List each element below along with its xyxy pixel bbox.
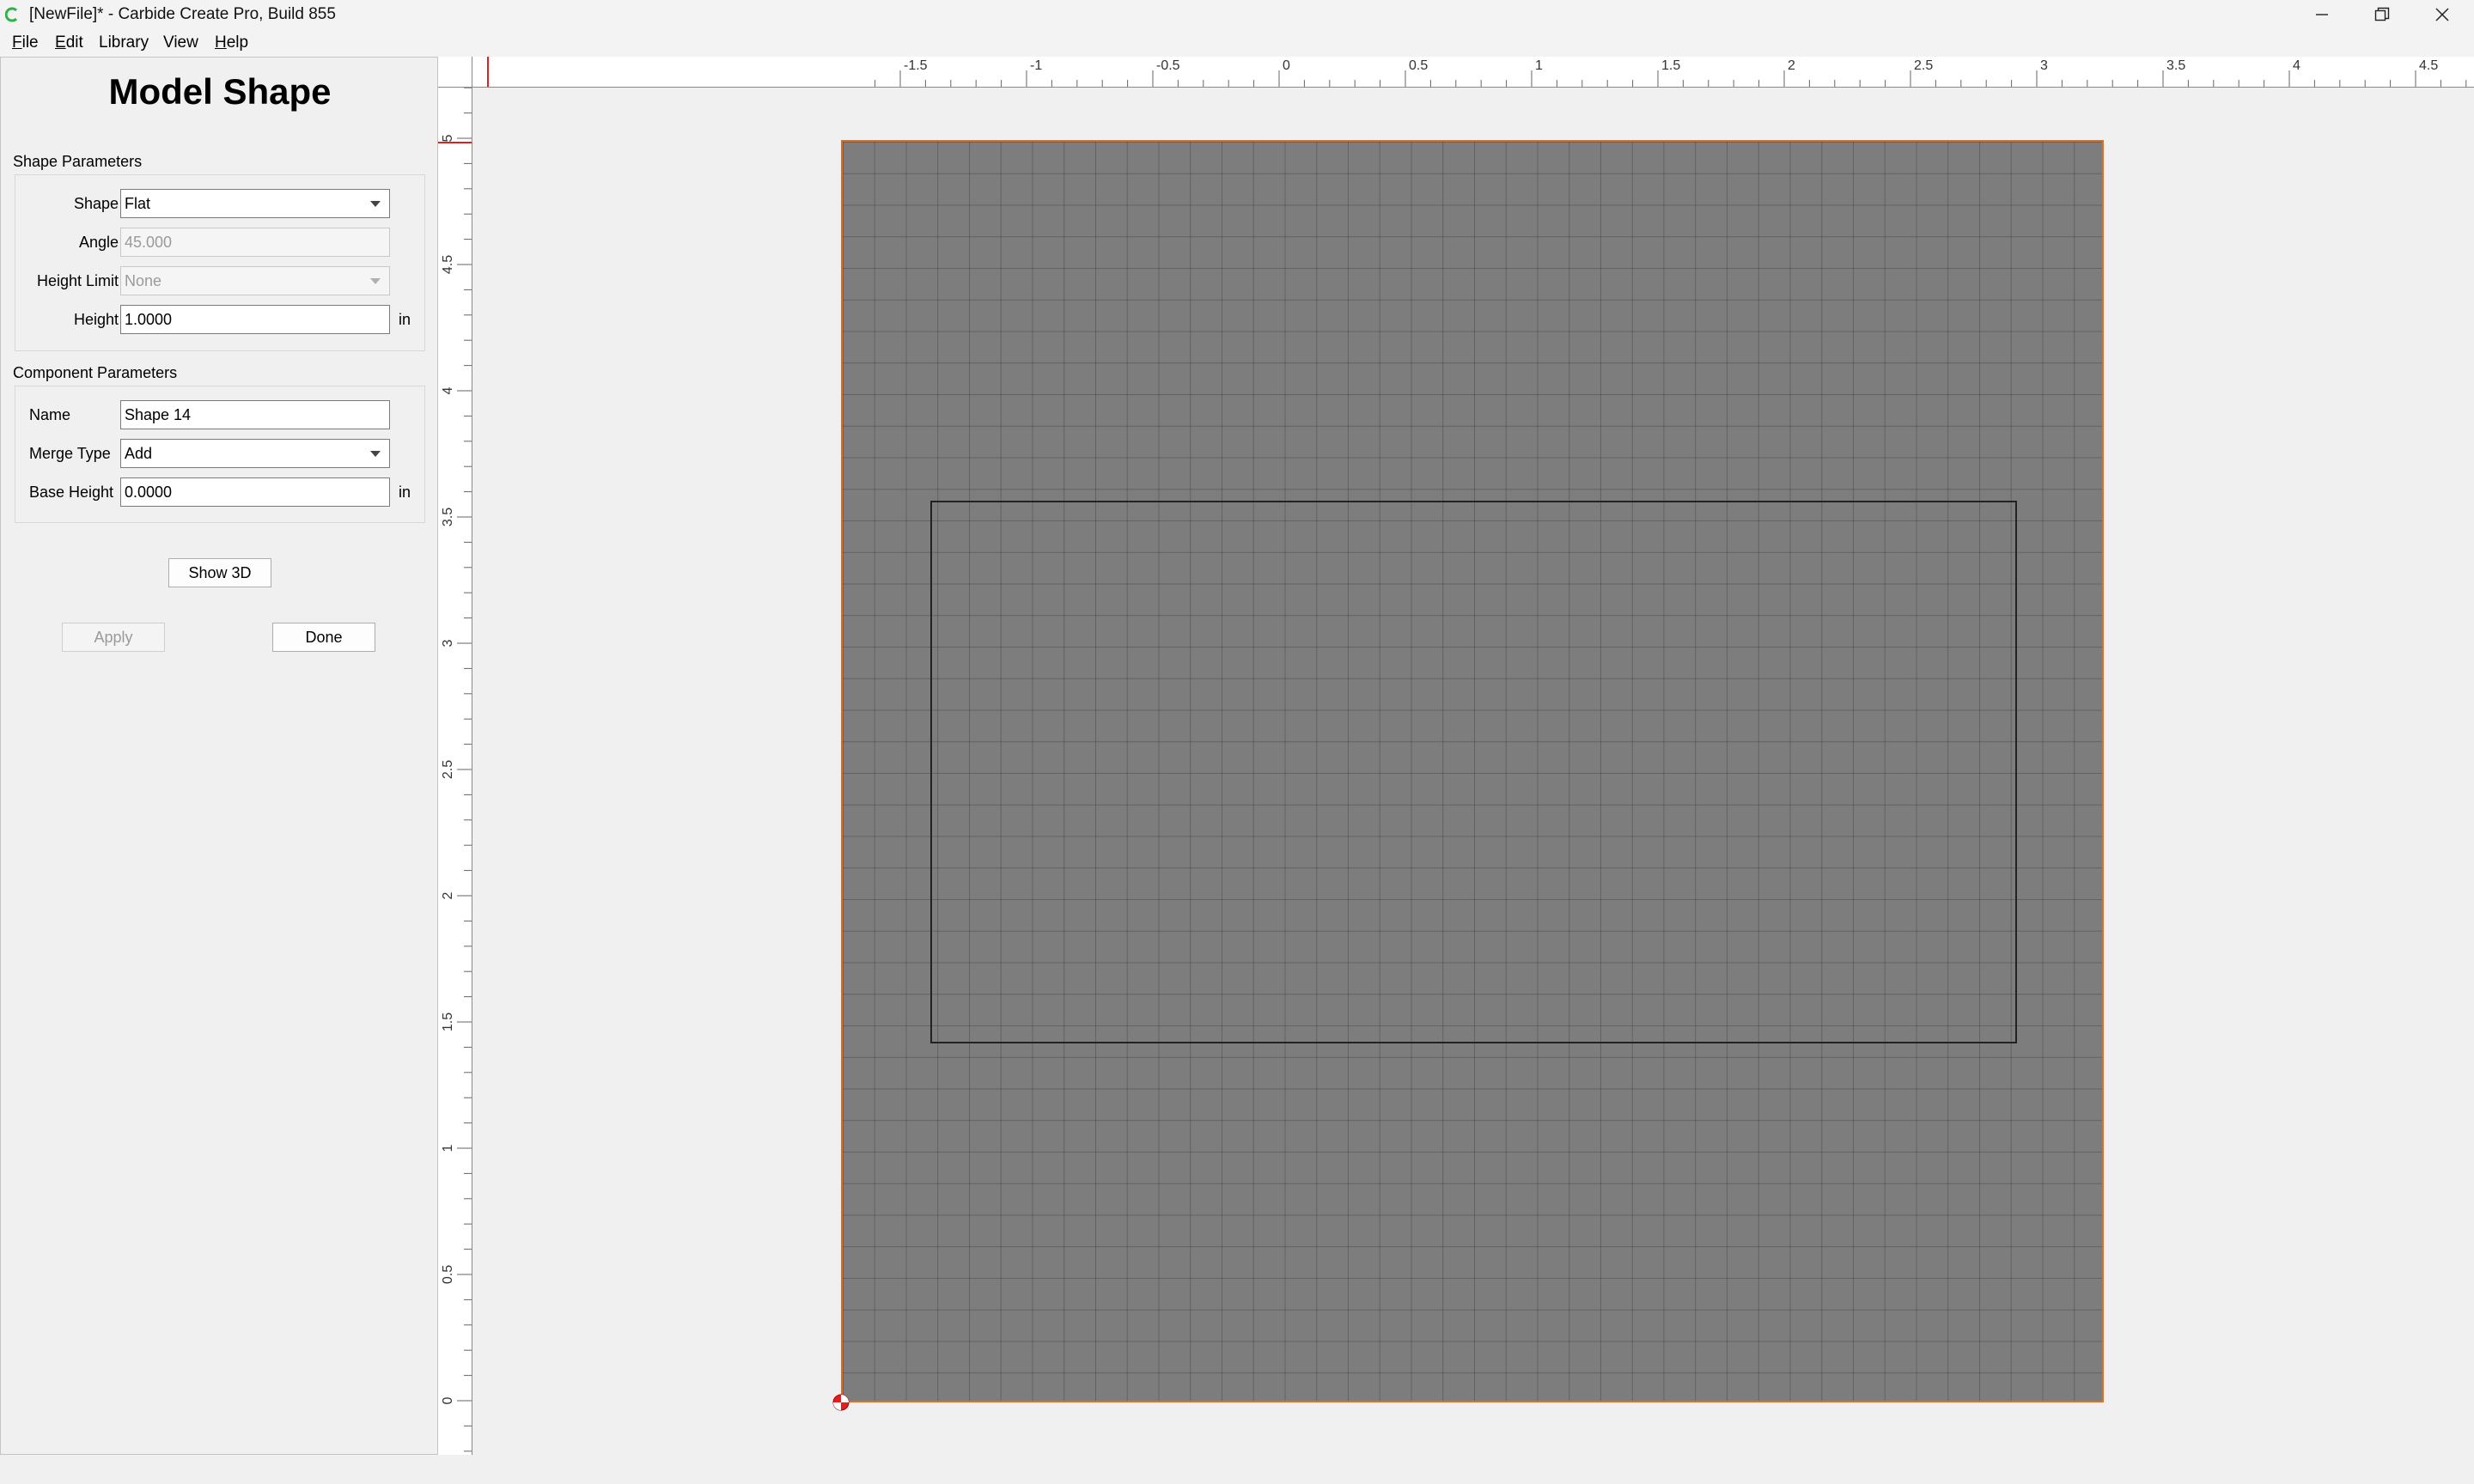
panel-title: Model Shape [108, 71, 332, 112]
chevron-down-icon [370, 278, 381, 284]
height-field[interactable]: 1.0000 [120, 305, 390, 334]
menu-library[interactable]: Library [99, 33, 149, 53]
restore-icon [2374, 7, 2390, 21]
shape-label: Shape [73, 195, 119, 212]
menu-bar: File Edit Library View Help [0, 29, 2474, 57]
menu-file[interactable]: File [12, 33, 39, 53]
origin-marker-icon [832, 1394, 850, 1411]
ruler-top-label: 1 [1535, 58, 1543, 73]
ruler-left-label: 0 [441, 1396, 455, 1404]
ruler-top-label: 2.5 [1914, 58, 1933, 73]
merge-type-select[interactable]: Add [120, 439, 390, 468]
menu-view[interactable]: View [163, 33, 198, 53]
chevron-down-icon [370, 451, 381, 457]
angle-field: 45.000 [120, 228, 390, 257]
ruler-corner [438, 57, 472, 88]
component-parameters-group: Name Shape 14 Merge Type Add Base Height… [15, 386, 425, 523]
base-height-unit: in [399, 484, 411, 501]
ruler-left-label: 4.5 [441, 255, 455, 274]
ruler-top-label: 3 [2040, 58, 2048, 73]
minimize-icon [2316, 14, 2328, 15]
done-button[interactable]: Done [272, 623, 375, 652]
vertical-ruler-scale: 5 4.5 4 3.5 3 2.5 2 1.5 1 0.5 0 [438, 88, 472, 1452]
minimize-button[interactable] [2292, 0, 2352, 29]
merge-type-label: Merge Type [29, 445, 111, 462]
ruler-left-label: 5 [441, 134, 455, 142]
shape-parameters-label: Shape Parameters [13, 153, 143, 170]
component-parameters-label: Component Parameters [13, 364, 178, 381]
horizontal-ruler: -1.5-1-0.500.511.522.533.544.555.56 [438, 57, 2474, 88]
window-title: [NewFile]* - Carbide Create Pro, Build 8… [29, 5, 336, 23]
angle-label: Angle [78, 234, 119, 251]
shape-parameters-group: Shape Flat Angle 45.000 Height Limit Non… [15, 174, 425, 351]
ruler-top-label: 2 [1788, 58, 1795, 73]
ruler-left-label: 2 [441, 891, 455, 899]
ruler-top-label: 3.5 [2166, 58, 2185, 73]
shape-select[interactable]: Flat [120, 189, 390, 218]
close-button[interactable] [2412, 0, 2472, 29]
status-bar [0, 1455, 2474, 1484]
base-height-field[interactable]: 0.0000 [120, 477, 390, 507]
height-unit: in [399, 311, 411, 328]
selected-rectangle-shape[interactable] [930, 501, 2017, 1043]
ruler-left-label: 3.5 [441, 508, 455, 526]
ruler-top-label: -1 [1030, 58, 1042, 73]
ruler-left-label: 1.5 [441, 1013, 455, 1031]
title-bar: [NewFile]* - Carbide Create Pro, Build 8… [0, 0, 2474, 29]
ruler-top-label: 1.5 [1661, 58, 1680, 73]
height-limit-label: Height Limit [36, 272, 119, 289]
ruler-left-label: 2.5 [441, 760, 455, 779]
height-limit-select: None [120, 266, 390, 295]
ruler-left-label: 4 [441, 386, 455, 394]
close-icon [2435, 8, 2449, 21]
chevron-down-icon [370, 201, 381, 207]
ruler-top-label: -0.5 [1156, 58, 1180, 73]
name-field[interactable]: Shape 14 [120, 400, 390, 429]
height-label: Height [73, 311, 119, 328]
ruler-left-label: 0.5 [441, 1265, 455, 1284]
apply-button[interactable]: Apply [62, 623, 165, 652]
horizontal-ruler-scale: -1.5-1-0.500.511.522.533.544.555.56 [487, 57, 2467, 87]
ruler-top-label: 4 [2293, 58, 2300, 73]
ruler-top-label: -1.5 [904, 58, 928, 73]
vertical-ruler: 5 4.5 4 3.5 3 2.5 2 1.5 1 0.5 0 [438, 88, 472, 1455]
ruler-top-label: 0 [1283, 58, 1290, 73]
menu-edit[interactable]: Edit [55, 33, 83, 53]
menu-help[interactable]: Help [215, 33, 248, 53]
show-3d-button[interactable]: Show 3D [168, 558, 271, 587]
restore-button[interactable] [2352, 0, 2412, 29]
ruler-left-label: 1 [441, 1144, 455, 1152]
design-canvas[interactable] [472, 88, 2474, 1455]
carbide-create-app-icon [5, 7, 18, 22]
ruler-top-label: 0.5 [1409, 58, 1428, 73]
base-height-label: Base Height [29, 484, 114, 501]
ruler-left-label: 3 [441, 639, 455, 647]
name-label: Name [29, 406, 71, 423]
model-shape-panel: Model Shape Shape Parameters Shape Flat … [0, 57, 438, 1455]
ruler-top-label: 4.5 [2419, 58, 2438, 73]
